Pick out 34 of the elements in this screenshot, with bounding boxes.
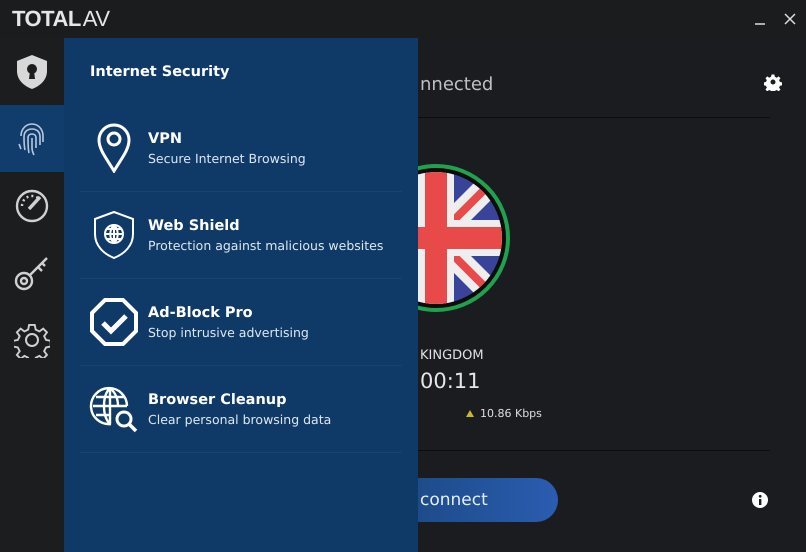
menu-item[interactable]: Browser Cleanup Clear personal browsing data [80,366,402,453]
upload-speed: 10.86 Kbps [480,407,542,420]
upload-arrow-icon [466,410,474,417]
connection-status: nnected [420,74,494,95]
menu-item-title: VPN [148,130,183,146]
menu-item-title: Ad-Block Pro [148,304,254,320]
octagon-check-icon [89,297,139,347]
menu-item-subtitle: Secure Internet Browsing [148,150,306,166]
globe-search-icon [89,384,139,434]
close-icon[interactable] [784,13,796,25]
menu-item-title: Web Shield [148,218,241,234]
app-logo: TOTALAV [12,6,110,32]
menu-item-title: Browser Cleanup [148,392,288,408]
menu-item[interactable]: Ad-Block Pro Stop intrusive advertising [80,279,402,366]
key-icon [14,254,50,290]
settings-icon [14,322,50,358]
disconnect-button[interactable]: connect [418,478,558,522]
settings-icon[interactable] [764,73,782,91]
location-pin-icon [97,123,131,173]
connection-timer: 00:11 [419,369,482,393]
info-icon[interactable] [752,492,768,508]
menu-item[interactable]: VPN Secure Internet Browsing [80,105,402,192]
panel-title: Internet Security [89,63,230,82]
sidebar-item[interactable] [0,105,64,172]
country-name: KINGDOM [419,348,485,363]
menu-item-subtitle: Stop intrusive advertising [148,324,309,340]
menu-item[interactable]: Web Shield Protection against malicious websites [80,192,402,279]
menu-item-subtitle: Clear personal browsing data [148,412,332,426]
shield-icon [15,54,49,90]
fingerprint-icon [17,122,47,156]
shield-globe-icon [92,210,136,260]
flag-icon [418,164,512,312]
menu-item-subtitle: Protection against malicious websites [148,238,384,252]
speedometer-icon [14,188,50,224]
